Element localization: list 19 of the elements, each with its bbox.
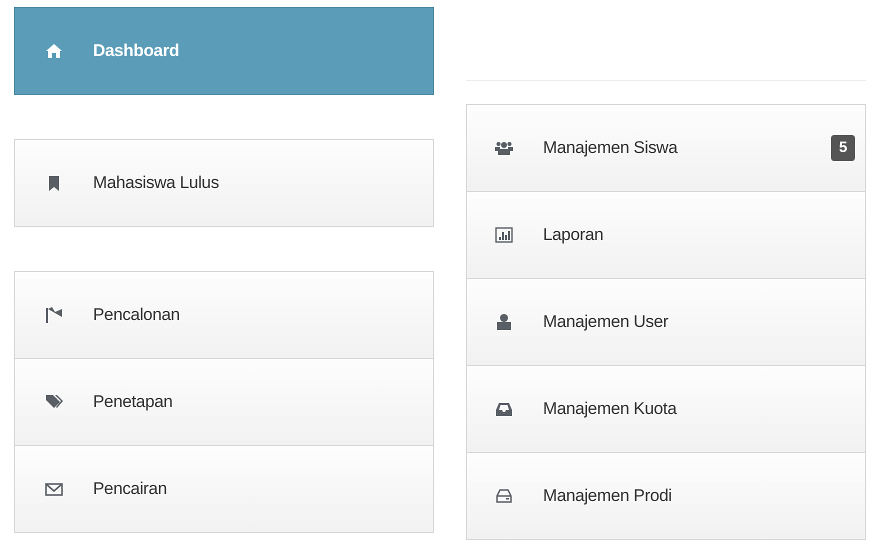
menu-item[interactable]: Manajemen User bbox=[466, 278, 866, 366]
menu-item[interactable]: Mahasiswa Lulus bbox=[14, 139, 434, 227]
inbox-icon bbox=[495, 400, 513, 418]
envelope-icon bbox=[45, 480, 63, 498]
menu-item[interactable]: Manajemen Prodi bbox=[466, 452, 866, 540]
menu-item[interactable]: Laporan bbox=[466, 191, 866, 279]
users-icon bbox=[495, 139, 513, 157]
menu-item[interactable]: Pencalonan bbox=[14, 271, 434, 359]
menu-item[interactable]: Penetapan bbox=[14, 358, 434, 446]
menu-item[interactable]: Manajemen Siswa 5 bbox=[466, 104, 866, 192]
flag-icon bbox=[45, 306, 63, 324]
home-icon bbox=[45, 42, 63, 60]
drive-icon bbox=[495, 487, 513, 505]
count-badge: 5 bbox=[830, 134, 855, 162]
bar-chart-icon bbox=[495, 226, 513, 244]
user-icon bbox=[495, 313, 513, 331]
menu-item[interactable]: Manajemen Kuota bbox=[466, 365, 866, 453]
tags-icon bbox=[45, 393, 63, 411]
menu-item[interactable]: Pencairan bbox=[14, 445, 434, 533]
